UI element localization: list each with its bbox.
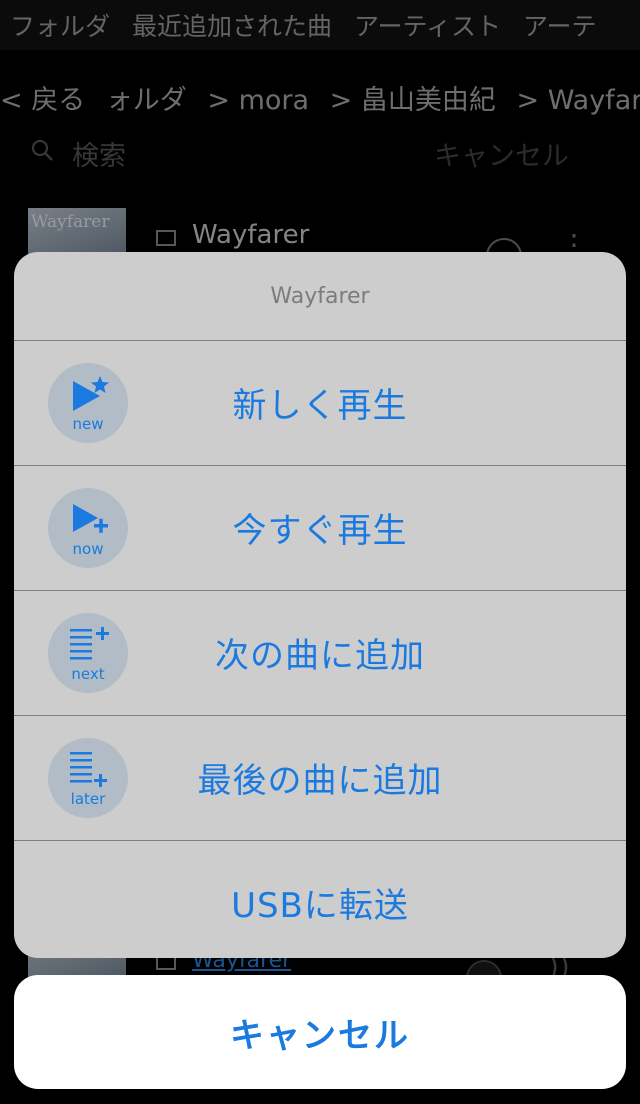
usb-transfer-label: USBに転送 xyxy=(231,886,409,926)
play-now-button[interactable]: now 今すぐ再生 xyxy=(14,465,626,590)
add-last-button[interactable]: later 最後の曲に追加 xyxy=(14,715,626,840)
action-sheet-title: Wayfarer xyxy=(270,283,370,309)
cancel-button[interactable]: キャンセル xyxy=(14,975,626,1089)
add-next-label: 次の曲に追加 xyxy=(215,636,425,676)
usb-transfer-button[interactable]: USBに転送 xyxy=(14,840,626,958)
add-next-button[interactable]: next 次の曲に追加 xyxy=(14,590,626,715)
add-last-label: 最後の曲に追加 xyxy=(197,761,443,801)
play-now-label: 今すぐ再生 xyxy=(232,511,408,551)
action-sheet: Wayfarer new 新しく再生 now 今すぐ再生 next 次の曲に追加… xyxy=(14,252,626,958)
play-new-button[interactable]: new 新しく再生 xyxy=(14,340,626,465)
play-new-label: 新しく再生 xyxy=(232,386,408,426)
